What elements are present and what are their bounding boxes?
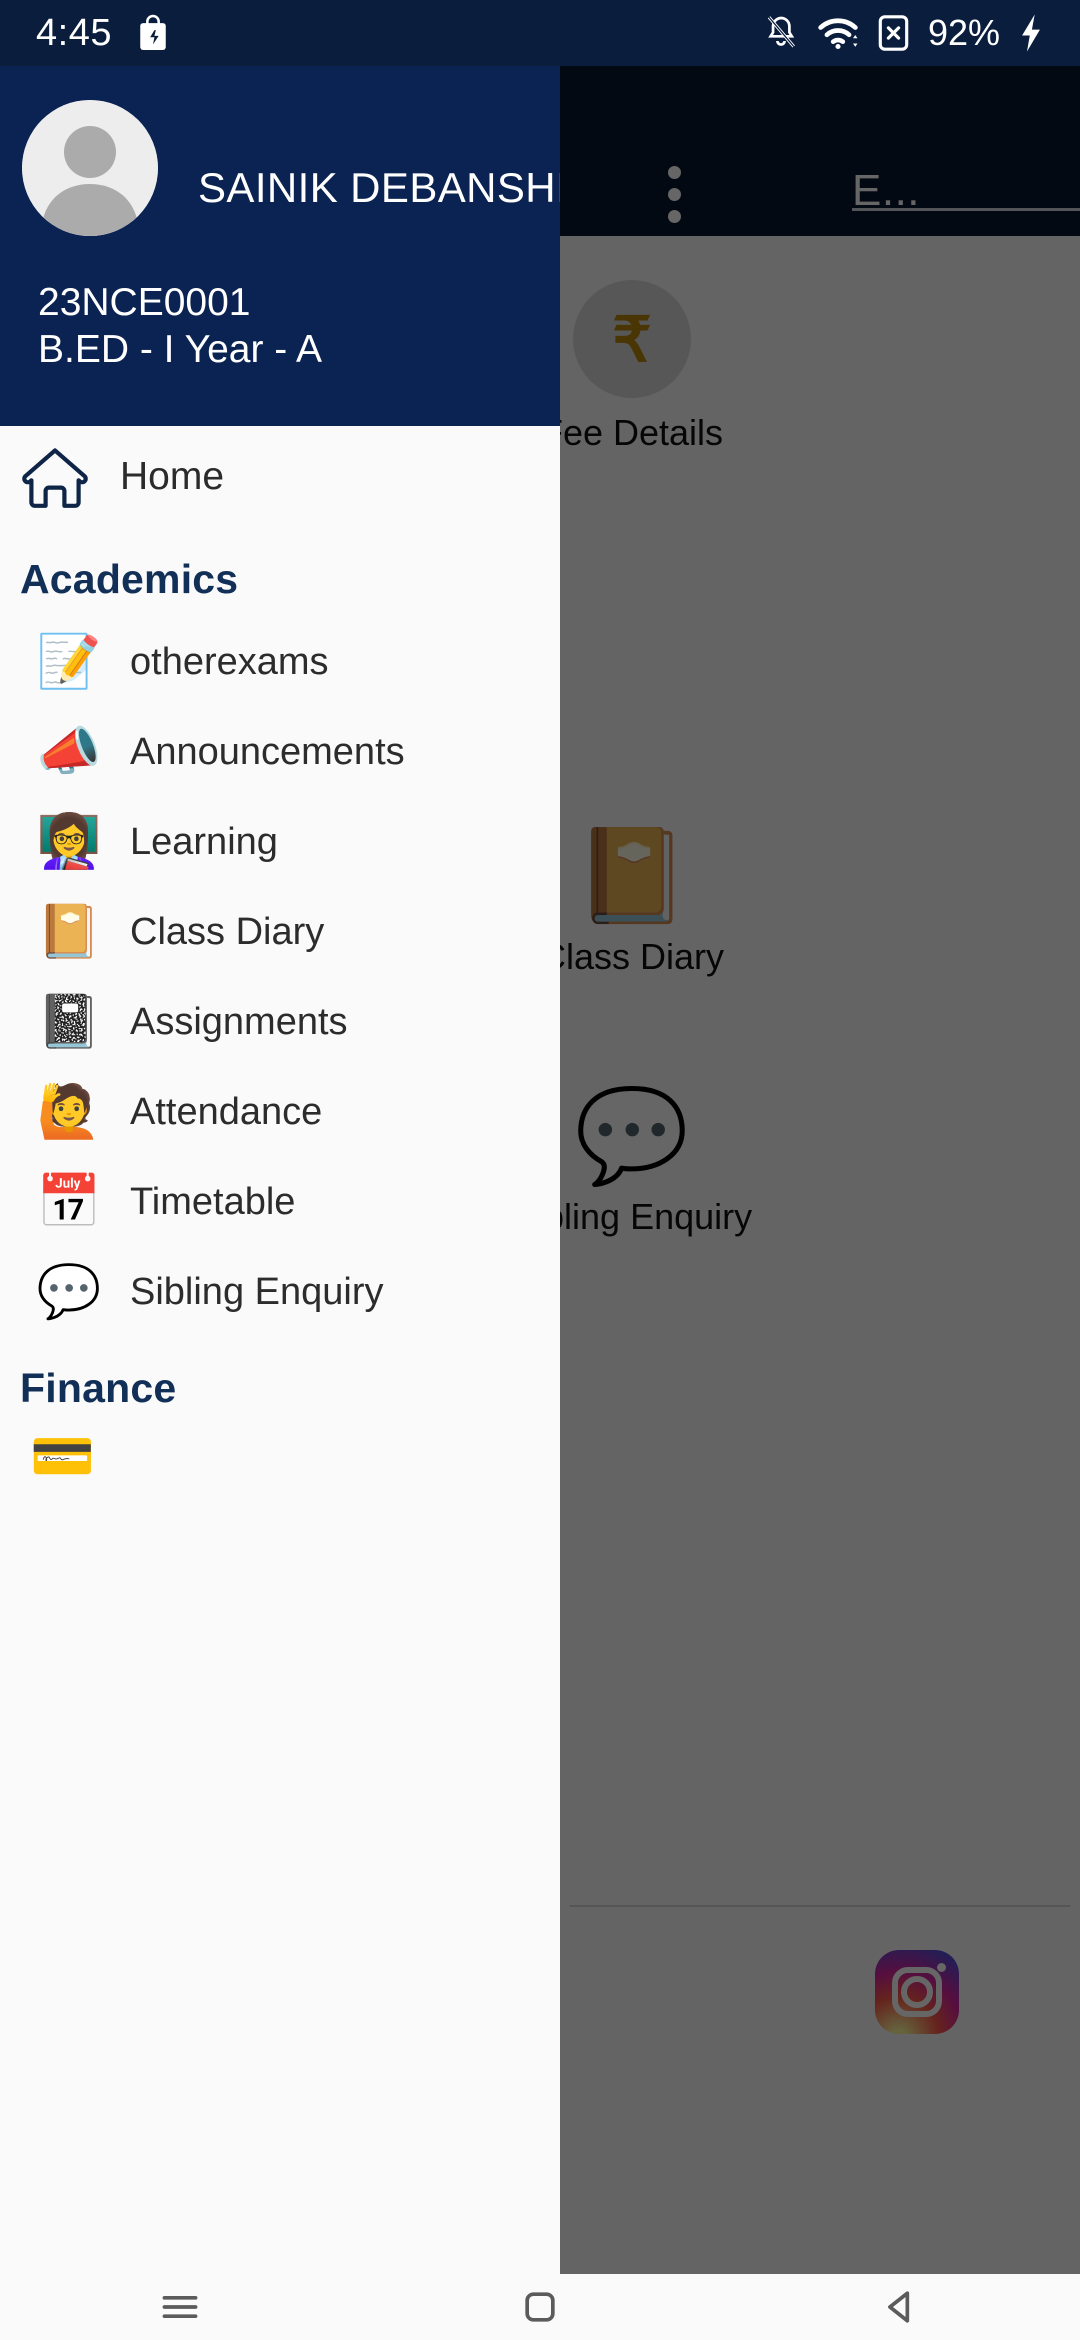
section-title-finance: Finance xyxy=(20,1365,177,1411)
sidebar-item-assignments[interactable]: 📓 Assignments xyxy=(0,977,560,1067)
bell-off-icon xyxy=(763,13,799,53)
exam-checklist-icon: 📝 xyxy=(36,633,102,691)
sidebar-item-learning[interactable]: 👩‍🏫 Learning xyxy=(0,797,560,887)
sidebar-item-home[interactable]: Home xyxy=(0,426,560,528)
back-button[interactable] xyxy=(840,2285,960,2329)
battery-percentage: 92% xyxy=(927,12,1000,53)
navigation-drawer: SAINIK DEBANSHI 23NCE0001 B.ED - I Year … xyxy=(0,66,560,2274)
notebook-pen-icon: 📔 xyxy=(36,903,102,961)
sidebar-item-label: Timetable xyxy=(130,1180,296,1223)
sidebar-item-class-diary[interactable]: 📔 Class Diary xyxy=(0,887,560,977)
recents-button[interactable] xyxy=(120,2285,240,2329)
android-navigation-bar xyxy=(0,2274,1080,2340)
teacher-class-icon: 👩‍🏫 xyxy=(36,813,102,871)
sidebar-item-label: Home xyxy=(120,455,225,498)
status-bar-system-icons: 92% xyxy=(763,12,1044,54)
profile-student-name: SAINIK DEBANSHI xyxy=(198,164,560,211)
sidebar-item-label: Sibling Enquiry xyxy=(130,1270,384,1313)
megaphone-icon: 📣 xyxy=(36,723,102,781)
calendar-clock-icon: 📅 xyxy=(36,1173,102,1231)
status-bar-notification-icons xyxy=(136,14,170,52)
home-button[interactable] xyxy=(480,2285,600,2329)
home-icon xyxy=(18,444,92,510)
shopping-bag-icon xyxy=(136,14,170,52)
phone-screen: E... ₹ Fee Details 📔 Class Diary 💬 Sibli… xyxy=(0,0,1080,2340)
sidebar-item-label: Class Diary xyxy=(130,910,325,953)
sidebar-item-label: Learning xyxy=(130,820,278,863)
status-bar-clock: 4:45 xyxy=(36,11,112,54)
sidebar-item-label: Attendance xyxy=(130,1090,323,1133)
sidebar-item-label: Assignments xyxy=(130,1000,348,1043)
sidebar-item-label: Announcements xyxy=(130,730,405,773)
drawer-menu-body: Home Academics 📝 otherexams 📣 Announceme… xyxy=(0,426,560,1487)
sidebar-item-otherexams[interactable]: 📝 otherexams xyxy=(0,617,560,707)
sidebar-item-announcements[interactable]: 📣 Announcements xyxy=(0,707,560,797)
section-title-academics: Academics xyxy=(20,556,239,602)
person-avatar-icon[interactable] xyxy=(22,100,158,236)
no-sim-icon xyxy=(877,13,910,53)
sidebar-item-attendance[interactable]: 🙋 Attendance xyxy=(0,1067,560,1157)
sidebar-item-sibling-enquiry[interactable]: 💬 Sibling Enquiry xyxy=(0,1247,560,1337)
sidebar-item-label: otherexams xyxy=(130,640,329,683)
wifi-icon xyxy=(817,15,859,51)
raised-hands-icon: 🙋 xyxy=(36,1083,102,1141)
sidebar-item-finance-first[interactable]: 💳 xyxy=(0,1426,560,1487)
fee-card-icon: 💳 xyxy=(30,1428,95,1486)
sidebar-item-timetable[interactable]: 📅 Timetable xyxy=(0,1157,560,1247)
profile-class-info: B.ED - I Year - A xyxy=(38,328,322,371)
notebook-pencil-icon: 📓 xyxy=(36,993,102,1051)
charging-bolt-icon xyxy=(1018,13,1044,53)
drawer-profile-header: SAINIK DEBANSHI 23NCE0001 B.ED - I Year … xyxy=(0,66,560,426)
speech-bubbles-icon: 💬 xyxy=(36,1263,102,1321)
status-bar: 4:45 92% xyxy=(0,0,1080,66)
profile-student-id: 23NCE0001 xyxy=(38,281,251,324)
